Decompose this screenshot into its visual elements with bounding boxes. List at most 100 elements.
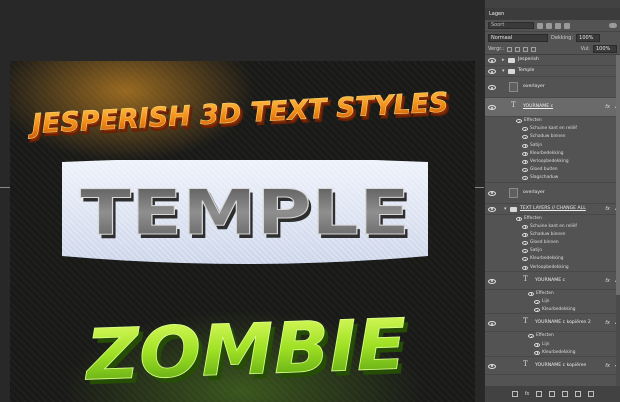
eye-icon[interactable] (488, 69, 496, 74)
zombie-text-art: ZOMBIE ZOMBIE (82, 303, 411, 401)
fill-field[interactable]: 100% (593, 45, 617, 53)
eye-icon[interactable] (488, 321, 496, 327)
blend-mode-select[interactable]: Normaal (488, 34, 548, 42)
layer-row-overlayer-2[interactable]: overlayer (485, 183, 620, 204)
fx-icon[interactable]: fx (605, 206, 610, 212)
layer-row-temple[interactable]: ▾ Temple (485, 66, 620, 77)
eye-icon[interactable] (516, 119, 522, 123)
fx-icon[interactable]: fx (605, 321, 610, 326)
effect-row[interactable]: Schuine kant en reliëf (485, 223, 620, 231)
layers-list[interactable]: ▸ Jesperish ▾ Temple overlayer T YOURNAM… (485, 55, 620, 386)
panel-top-bar (485, 0, 620, 8)
layer-row-jesperish[interactable]: ▸ Jesperish (485, 55, 620, 66)
add-style-icon[interactable]: fx (525, 391, 530, 397)
lock-all-icon[interactable] (531, 46, 537, 52)
document-canvas[interactable]: JESPERISH 3D TEXT STYLES JESPERISH 3D TE… (10, 61, 475, 402)
eye-icon[interactable] (488, 206, 496, 212)
eye-icon[interactable] (522, 176, 528, 181)
effect-row[interactable]: Kleurbedekking (485, 255, 620, 263)
link-layers-icon[interactable] (511, 391, 518, 397)
fill-value: 100% (596, 45, 611, 52)
layers-tab[interactable]: Lagen (489, 11, 504, 17)
layer-row-text-layers-group[interactable]: ▾ TEXT LAYERS // CHANGE ALL fx ▴ (485, 204, 620, 215)
effect-row[interactable]: Lijn (485, 341, 620, 349)
eye-icon[interactable] (522, 159, 528, 164)
effect-row[interactable]: Satijn (485, 142, 620, 150)
eye-icon[interactable] (534, 308, 540, 313)
fx-icon[interactable]: fx (605, 105, 610, 110)
adjustment-filter-icon[interactable] (546, 22, 552, 29)
eye-icon[interactable] (522, 241, 528, 246)
chevron-down-icon[interactable]: ▾ (502, 69, 505, 74)
temple-text-art: TEMPLE TEMPLE (80, 176, 414, 254)
text-layer-icon: T (511, 101, 516, 109)
chevron-right-icon[interactable]: ▸ (502, 58, 505, 63)
effect-row[interactable]: Verloopbedekking (485, 264, 620, 272)
eye-icon[interactable] (488, 363, 496, 369)
eye-icon[interactable] (522, 224, 528, 229)
eye-icon[interactable] (522, 168, 528, 173)
eye-icon[interactable] (488, 105, 496, 110)
eye-icon[interactable] (522, 232, 528, 237)
eye-icon[interactable] (488, 85, 496, 90)
effect-row[interactable]: Schuine kant en reliëf (485, 125, 620, 133)
eye-icon[interactable] (522, 135, 528, 140)
layers-scrollbar-thumb[interactable] (616, 55, 620, 295)
chevron-down-icon[interactable]: ▾ (504, 206, 507, 212)
fx-icon[interactable]: fx (605, 363, 610, 369)
trash-icon[interactable] (588, 391, 595, 397)
eye-icon[interactable] (488, 278, 496, 284)
eye-icon[interactable] (528, 334, 534, 339)
new-group-icon[interactable] (562, 391, 569, 397)
adjustment-layer-icon[interactable] (549, 391, 556, 397)
lock-pixels-icon[interactable] (515, 46, 521, 52)
effect-row[interactable]: Verloopbedekking (485, 158, 620, 166)
eye-icon[interactable] (522, 127, 528, 132)
effect-row[interactable]: Schaduw binnen (485, 231, 620, 239)
eye-icon[interactable] (534, 350, 540, 355)
eye-icon[interactable] (534, 342, 540, 347)
eye-icon[interactable] (528, 291, 534, 296)
effect-row[interactable]: Kleurbedekking (485, 306, 620, 315)
layer-row-yourname-copy-2[interactable]: T YOURNAME c kopiëren 2 fx ▴ (485, 314, 620, 333)
filter-toggle[interactable] (609, 23, 617, 28)
effect-row[interactable]: Kleurbedekking (485, 150, 620, 158)
shape-filter-icon[interactable] (564, 22, 570, 29)
effect-name: Kleurbedekking (542, 307, 576, 313)
effect-row[interactable]: Gloed buiten (485, 166, 620, 174)
effect-row[interactable]: Gloed binnen (485, 239, 620, 247)
layer-kind-filter[interactable]: Soort (488, 22, 534, 29)
eye-icon[interactable] (522, 151, 528, 156)
add-mask-icon[interactable] (536, 391, 543, 397)
effect-row[interactable]: Schaduw binnen (485, 133, 620, 141)
layer-row-yourname-copy[interactable]: T YOURNAME c kopiëren fx ▾ (485, 357, 620, 375)
effect-row[interactable]: Lijn (485, 298, 620, 306)
effect-row[interactable]: Slagschaduw (485, 174, 620, 183)
layer-name: TEXT LAYERS // CHANGE ALL (520, 205, 586, 211)
layer-row-overlayer[interactable]: overlayer (485, 77, 620, 98)
fx-icon[interactable]: fx (605, 278, 610, 284)
pixel-filter-icon[interactable] (537, 22, 543, 29)
lock-transparent-icon[interactable] (507, 46, 513, 52)
lock-label: Vergr.: (488, 45, 505, 52)
layer-row-yourname[interactable]: T YOURNAME c fx ▴ (485, 272, 620, 290)
opacity-field[interactable]: 100% (576, 34, 601, 42)
lock-position-icon[interactable] (523, 46, 529, 52)
effects-row: Effecten (485, 290, 620, 298)
new-layer-icon[interactable] (575, 391, 582, 397)
document-workspace[interactable]: JESPERISH 3D TEXT STYLES JESPERISH 3D TE… (0, 0, 484, 402)
layer-row-yourname-selected[interactable]: T YOURNAME c fx ▴ (485, 98, 620, 117)
layers-scrollbar[interactable] (616, 55, 620, 386)
effect-row[interactable]: Satijn (485, 247, 620, 255)
eye-icon[interactable] (522, 265, 528, 270)
effect-row[interactable]: Kleurbedekking (485, 349, 620, 357)
eye-icon[interactable] (488, 58, 496, 63)
eye-icon[interactable] (522, 249, 528, 254)
eye-icon[interactable] (522, 143, 528, 148)
layer-name: overlayer (523, 84, 545, 89)
eye-icon[interactable] (522, 257, 528, 262)
text-filter-icon[interactable] (555, 22, 561, 29)
eye-icon[interactable] (534, 300, 540, 304)
eye-icon[interactable] (516, 216, 522, 221)
eye-icon[interactable] (488, 190, 496, 196)
